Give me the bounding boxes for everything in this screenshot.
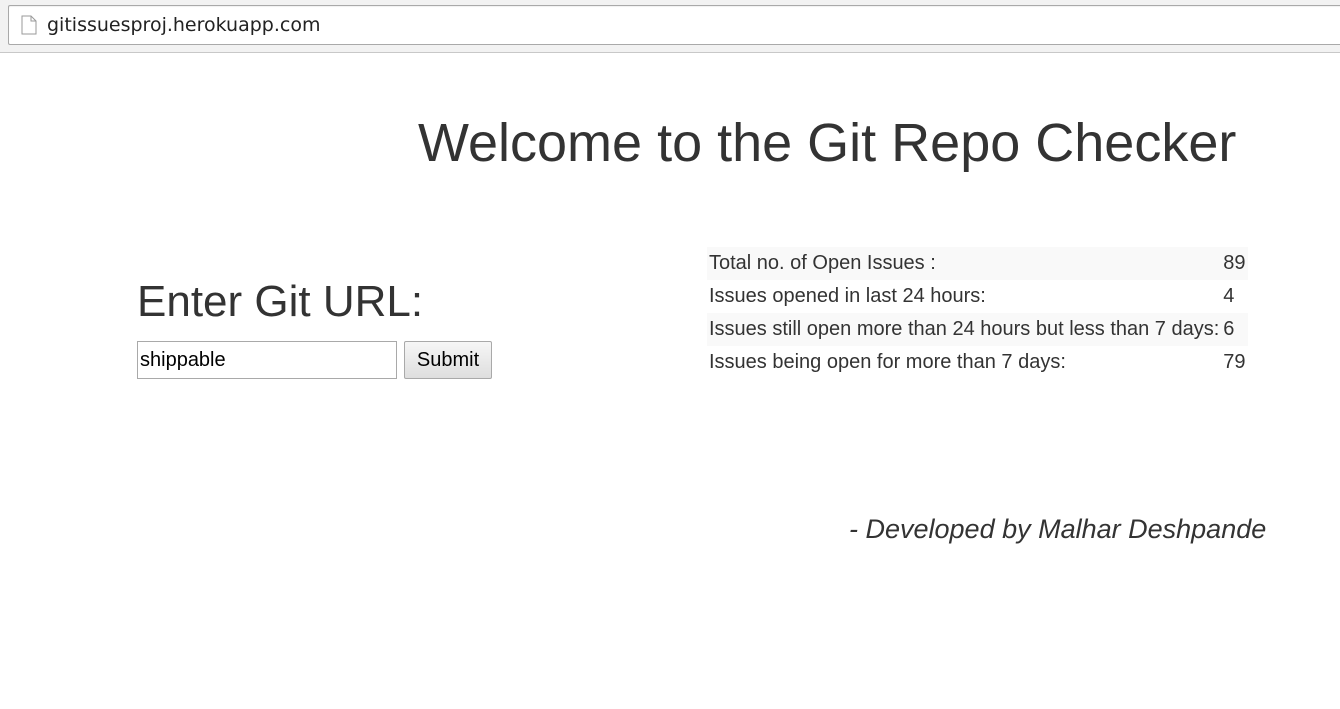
stat-value: 89 <box>1221 247 1248 280</box>
submit-button[interactable]: Submit <box>404 341 492 379</box>
stat-label: Issues still open more than 24 hours but… <box>707 313 1222 346</box>
stat-value: 6 <box>1221 313 1248 346</box>
stat-label: Issues being open for more than 7 days: <box>709 351 1066 373</box>
developer-credit: - Developed by Malhar Deshpande <box>849 514 1267 544</box>
table-row: Issues being open for more than 7 days: … <box>707 346 1248 379</box>
stat-value: 4 <box>1223 285 1235 307</box>
address-bar[interactable]: gitissuesproj.herokuapp.com <box>8 5 1340 45</box>
page-title: Welcome to the Git Repo Checker <box>418 113 1237 173</box>
document-icon <box>21 15 37 35</box>
issues-stats-table: Total no. of Open Issues : 89 Issues ope… <box>707 247 1248 379</box>
git-url-label: Enter Git URL: <box>137 277 424 326</box>
table-row: Total no. of Open Issues : 89 <box>707 247 1248 280</box>
stat-label: Issues opened in last 24 hours: <box>709 285 986 307</box>
git-url-input[interactable] <box>137 341 397 379</box>
stat-value: 79 <box>1223 351 1246 373</box>
browser-toolbar: gitissuesproj.herokuapp.com <box>0 0 1340 53</box>
table-row: Issues opened in last 24 hours: 4 <box>707 280 1248 313</box>
stat-label: Total no. of Open Issues : <box>707 247 1222 280</box>
address-url[interactable]: gitissuesproj.herokuapp.com <box>47 12 321 38</box>
table-row: Issues still open more than 24 hours but… <box>707 313 1248 346</box>
